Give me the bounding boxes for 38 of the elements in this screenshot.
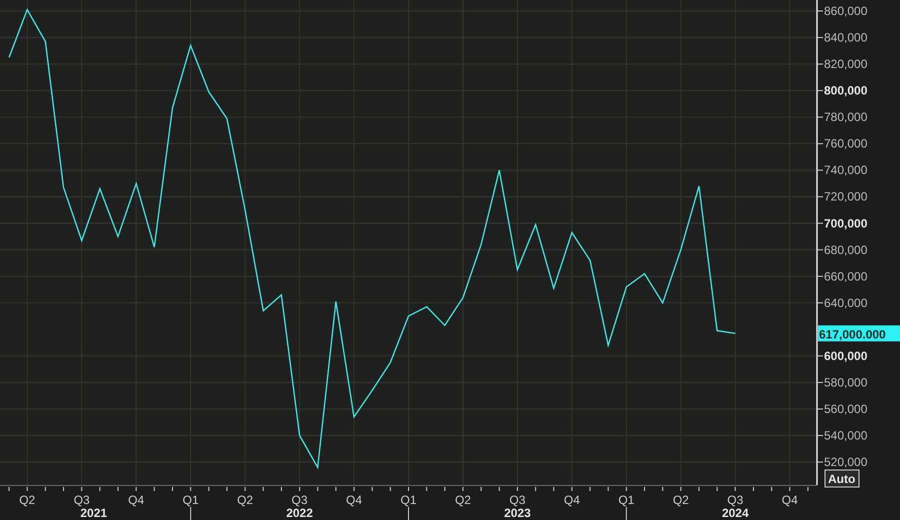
auto-button[interactable]: Auto (824, 470, 860, 488)
axis-label: Q2 (454, 493, 471, 507)
axis-label: 820,000 (824, 57, 868, 72)
axis-label: Q1 (618, 493, 634, 507)
axis-label: Q3 (509, 493, 526, 507)
axis-label: Q2 (672, 493, 689, 507)
axis-label: 520,000 (824, 455, 868, 470)
axis-label: 760,000 (824, 136, 868, 151)
axis-label: Q4 (782, 493, 798, 507)
axis-label: 740,000 (824, 163, 868, 178)
axis-label: Q4 (128, 493, 144, 507)
axis-label: 580,000 (824, 375, 868, 390)
axis-label: 600,000 (824, 348, 868, 363)
axis-label: Q3 (292, 493, 308, 507)
axis-label: Q4 (346, 493, 362, 507)
year-label: 2021 (80, 506, 108, 520)
axis-label: 640,000 (824, 296, 868, 310)
year-label: 2024 (722, 506, 749, 520)
axis-label: 720,000 (824, 190, 868, 204)
axis-label: Q1 (400, 493, 416, 507)
axis-label: 700,000 (824, 216, 868, 230)
axis-label: 840,000 (824, 30, 868, 45)
axis-label: Q3 (727, 493, 744, 507)
axis-label: 560,000 (824, 402, 868, 416)
axis-label: 800,000 (824, 84, 868, 98)
axis-label: 860,000 (824, 4, 868, 18)
last-value-badge: 617,000.000 (818, 325, 900, 342)
axis-label: 680,000 (824, 242, 868, 257)
axis-label: Q1 (182, 493, 199, 507)
year-label: 2022 (286, 506, 313, 520)
axis-label: 660,000 (824, 269, 868, 284)
year-label: 2023 (504, 506, 531, 520)
axis-label: Q3 (74, 493, 90, 507)
axis-label: Q2 (237, 493, 254, 507)
axis-label: 780,000 (824, 110, 868, 124)
axis-label: Q4 (564, 493, 580, 507)
axis-label: Q2 (19, 493, 36, 507)
axis-label: 540,000 (824, 428, 868, 443)
